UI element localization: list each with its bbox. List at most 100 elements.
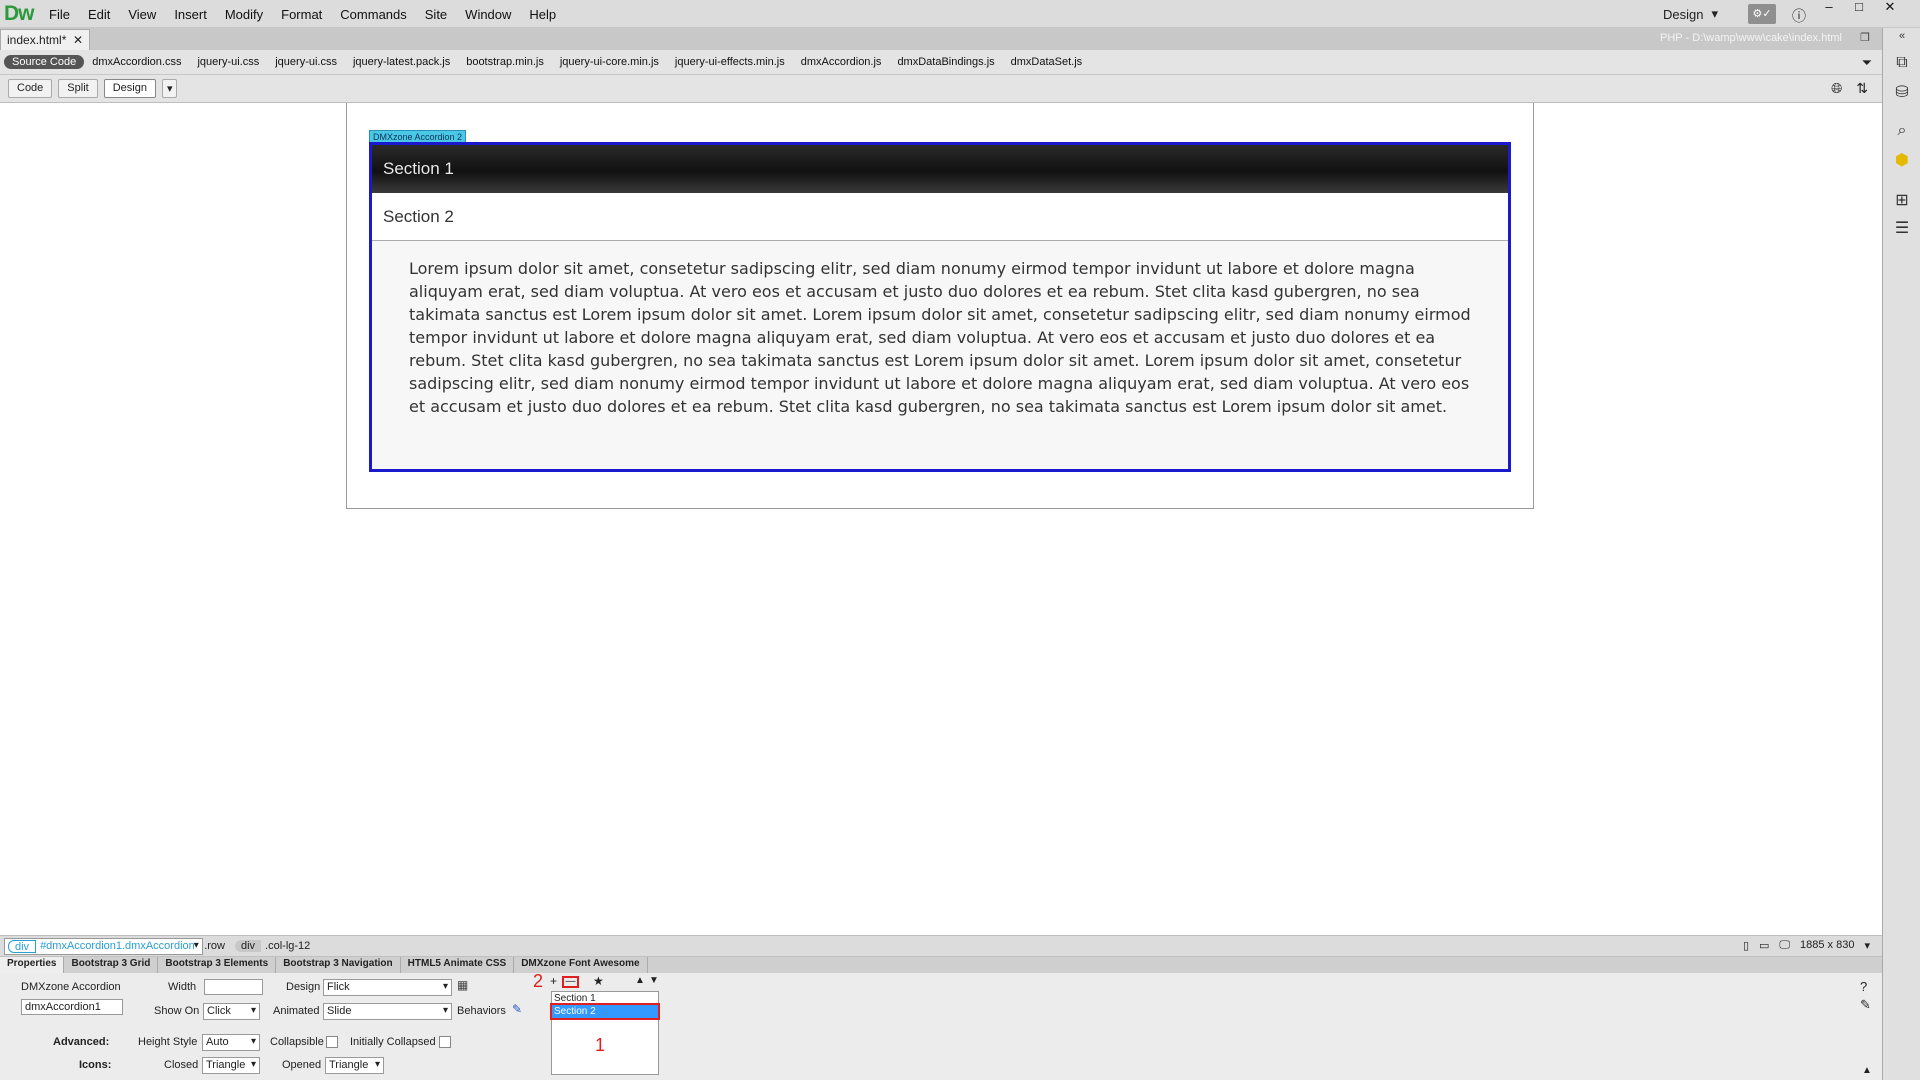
list-item[interactable]: Section 1 bbox=[552, 992, 658, 1005]
tab-html5-animate-css[interactable]: HTML5 Animate CSS bbox=[401, 957, 515, 973]
closed-label: Closed bbox=[164, 1059, 199, 1071]
menu-help[interactable]: Help bbox=[520, 7, 565, 22]
menu-insert[interactable]: Insert bbox=[165, 7, 216, 22]
add-section-icon[interactable]: + bbox=[550, 974, 557, 988]
related-file[interactable]: jquery-ui.css bbox=[189, 55, 267, 69]
related-file[interactable]: dmxDataSet.js bbox=[1003, 55, 1091, 69]
initially-collapsed-checkbox[interactable] bbox=[439, 1036, 451, 1048]
panel-tabs: Properties Bootstrap 3 Grid Bootstrap 3 … bbox=[0, 957, 1882, 973]
accordion-header-section-2[interactable]: Section 2 bbox=[372, 193, 1508, 241]
code-view-button[interactable]: Code bbox=[8, 79, 53, 98]
menu-window[interactable]: Window bbox=[456, 7, 520, 22]
files-panel-icon[interactable]: ⧉ bbox=[1891, 54, 1913, 76]
related-file[interactable]: jquery-latest.pack.js bbox=[345, 55, 458, 69]
collapsible-checkbox[interactable] bbox=[326, 1036, 338, 1048]
assets-panel-icon[interactable]: ⛁ bbox=[1891, 82, 1913, 104]
split-view-button[interactable]: Split bbox=[58, 79, 98, 98]
opened-icon-select[interactable]: Triangle bbox=[325, 1057, 384, 1074]
workspace-switcher[interactable]: Design ▾ bbox=[1655, 4, 1735, 24]
mobile-size-icon[interactable]: ▯ bbox=[1743, 939, 1749, 952]
tag-div-col[interactable]: div .col-lg-12 bbox=[234, 940, 314, 952]
behaviors-icon[interactable]: ✎ bbox=[512, 1002, 522, 1016]
document-path: PHP - D:\wamp\www\cake\index.html bbox=[1660, 32, 1842, 44]
closed-icon-select[interactable]: Triangle bbox=[202, 1057, 260, 1074]
accordion-header-section-1[interactable]: Section 1 bbox=[372, 145, 1508, 193]
snippets-panel-icon[interactable]: ⬢ bbox=[1891, 150, 1913, 172]
width-field[interactable] bbox=[204, 979, 263, 995]
related-file[interactable]: dmxAccordion.css bbox=[84, 55, 189, 69]
dom-panel-icon[interactable]: ⊞ bbox=[1891, 190, 1913, 212]
related-file[interactable]: dmxDataBindings.js bbox=[889, 55, 1002, 69]
design-grid-icon[interactable]: ▦ bbox=[457, 978, 468, 992]
window-size[interactable]: 1885 x 830 bbox=[1800, 939, 1854, 952]
maximize-icon[interactable]: □ bbox=[1845, 0, 1873, 16]
width-label: Width bbox=[168, 981, 197, 993]
default-section-star-icon[interactable]: ★ bbox=[593, 974, 604, 988]
show-on-select[interactable]: Click bbox=[203, 1003, 260, 1020]
property-inspector: DMXzone Accordion dmxAccordion1 Width Sh… bbox=[0, 971, 1882, 1080]
tab-properties[interactable]: Properties bbox=[0, 957, 65, 973]
view-dropdown-icon[interactable]: ▾ bbox=[161, 79, 178, 98]
minimize-icon[interactable]: – bbox=[1815, 0, 1843, 16]
menu-view[interactable]: View bbox=[119, 7, 165, 22]
height-style-select[interactable]: Auto bbox=[202, 1034, 260, 1051]
related-file[interactable]: jquery-ui-effects.min.js bbox=[667, 55, 793, 69]
behaviors-label: Behaviors bbox=[457, 1005, 506, 1017]
help-icon[interactable]: ? bbox=[1860, 979, 1867, 994]
restore-icon[interactable]: ❐ bbox=[1860, 31, 1870, 44]
list-item[interactable]: Section 2 bbox=[550, 1003, 660, 1020]
file-transfer-icon[interactable]: ⇅ bbox=[1856, 80, 1868, 97]
tag-div-accordion[interactable]: div #dmxAccordion1.dmxAccordion bbox=[4, 937, 203, 955]
related-file[interactable]: dmxAccordion.js bbox=[793, 55, 890, 69]
tab-bootstrap-grid[interactable]: Bootstrap 3 Grid bbox=[64, 957, 159, 973]
document-toolbar: Code Split Design ▾ 🌐︎ ⇅ bbox=[0, 75, 1882, 103]
menu-modify[interactable]: Modify bbox=[216, 7, 272, 22]
height-style-label: Height Style bbox=[138, 1036, 198, 1048]
dmx-accordion[interactable]: Section 1 Section 2 Lorem ipsum dolor si… bbox=[369, 142, 1511, 472]
tab-bootstrap-navigation[interactable]: Bootstrap 3 Navigation bbox=[276, 957, 401, 973]
collapse-panel-icon[interactable]: ▲ bbox=[1862, 1065, 1872, 1076]
related-file-source-code[interactable]: Source Code bbox=[4, 55, 85, 69]
design-label: Design bbox=[286, 981, 321, 993]
animated-select[interactable]: Slide bbox=[323, 1003, 452, 1020]
icons-label: Icons: bbox=[79, 1059, 112, 1071]
menu-edit[interactable]: Edit bbox=[79, 7, 119, 22]
related-file[interactable]: bootstrap.min.js bbox=[458, 55, 552, 69]
tab-bootstrap-elements[interactable]: Bootstrap 3 Elements bbox=[158, 957, 277, 973]
move-down-icon[interactable]: ▼ bbox=[649, 975, 659, 986]
expand-panels-icon[interactable]: « bbox=[1891, 30, 1913, 52]
menu-site[interactable]: Site bbox=[416, 7, 456, 22]
design-view-button[interactable]: Design bbox=[103, 79, 156, 98]
filter-icon[interactable]: ⏷ bbox=[1862, 55, 1872, 71]
related-file[interactable]: jquery-ui.css bbox=[267, 55, 345, 69]
desktop-size-icon[interactable]: 🖵︎ bbox=[1779, 939, 1790, 952]
design-view-canvas[interactable]: DMXzone Accordion 2 Section 1 Section 2 … bbox=[0, 103, 1882, 935]
remove-section-icon[interactable]: — bbox=[562, 976, 579, 988]
sections-list[interactable]: Section 1 Section 2 bbox=[550, 991, 660, 1075]
id-field[interactable]: dmxAccordion1 bbox=[21, 999, 123, 1015]
css-designer-icon[interactable]: ☰ bbox=[1891, 218, 1913, 240]
preview-globe-icon[interactable]: 🌐︎ bbox=[1831, 80, 1842, 97]
dreamweaver-logo: Dw bbox=[4, 2, 34, 25]
menu-file[interactable]: File bbox=[40, 7, 79, 22]
annotation-2: 2 bbox=[533, 971, 544, 991]
related-files: Source Code dmxAccordion.css jquery-ui.c… bbox=[4, 55, 1090, 69]
tablet-size-icon[interactable]: ▭ bbox=[1759, 939, 1769, 952]
menu-commands[interactable]: Commands bbox=[331, 7, 415, 22]
show-on-label: Show On bbox=[154, 1005, 200, 1017]
code-inspect-icon[interactable]: ⌕ bbox=[1891, 122, 1913, 144]
edit-icon[interactable]: ✎ bbox=[1860, 997, 1871, 1013]
opened-label: Opened bbox=[282, 1059, 322, 1071]
close-tab-icon[interactable]: ✕ bbox=[73, 33, 83, 47]
document-tab[interactable]: index.html* ✕ bbox=[0, 29, 90, 50]
menu-format[interactable]: Format bbox=[272, 7, 331, 22]
chevron-down-icon[interactable]: ▾ bbox=[1864, 939, 1870, 952]
document-tab-label: index.html* bbox=[7, 33, 67, 47]
related-file[interactable]: jquery-ui-core.min.js bbox=[552, 55, 667, 69]
annotation-1: 1 bbox=[595, 1035, 606, 1055]
design-select[interactable]: Flick bbox=[323, 979, 452, 996]
info-icon[interactable]: ⓘ bbox=[1792, 6, 1806, 26]
move-up-icon[interactable]: ▲ bbox=[635, 975, 645, 986]
sync-settings-icon[interactable]: ⚙✓ bbox=[1748, 4, 1776, 24]
close-icon[interactable]: ✕ bbox=[1876, 0, 1904, 16]
